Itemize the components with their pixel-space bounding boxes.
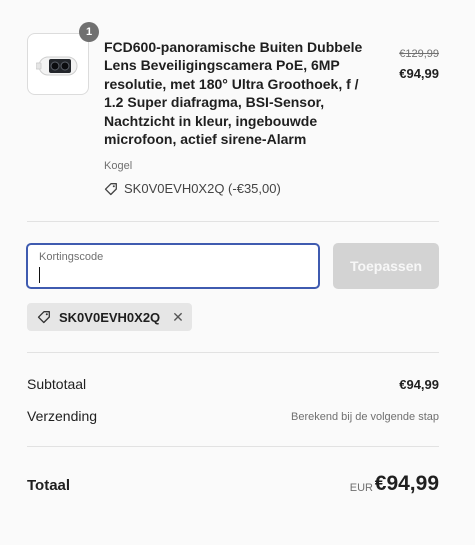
shipping-label: Verzending: [27, 408, 98, 424]
tag-icon: [104, 182, 117, 195]
cart-line-item: 1 FCD600-panoramische Buiten Dubbele Len…: [27, 22, 439, 200]
subtotal-value: €94,99: [399, 377, 439, 392]
close-icon[interactable]: ✕: [172, 309, 184, 326]
security-camera-icon: [36, 56, 78, 76]
product-title: FCD600-panoramische Buiten Dubbele Lens …: [104, 39, 363, 148]
applied-discount-chip: SK0V0EVH0X2Q ✕: [27, 303, 192, 331]
shipping-value: Berekend bij de volgende stap: [291, 411, 439, 423]
apply-discount-button[interactable]: Toepassen: [333, 243, 439, 289]
quantity-badge: 1: [79, 22, 99, 42]
divider: [27, 352, 439, 353]
original-price: €129,99: [399, 48, 439, 60]
text-cursor: [39, 267, 40, 283]
divider: [27, 446, 439, 447]
subtotal-label: Subtotaal: [27, 376, 87, 392]
discount-code-input[interactable]: Kortingscode: [26, 243, 320, 289]
item-discount: SK0V0EVH0X2Q (-€35,00): [104, 181, 281, 196]
item-discount-text: SK0V0EVH0X2Q (-€35,00): [124, 181, 281, 196]
discount-code-label: Kortingscode: [39, 251, 104, 263]
tag-icon: [37, 311, 50, 324]
product-variant: Kogel: [104, 160, 133, 172]
currency-code: EUR: [349, 482, 373, 494]
divider: [27, 221, 439, 222]
total-label: Totaal: [27, 477, 71, 494]
item-price: €94,99: [399, 66, 439, 81]
applied-discount-code: SK0V0EVH0X2Q: [59, 309, 161, 325]
product-thumbnail: [27, 33, 89, 95]
total-value: €94,99: [374, 472, 439, 495]
